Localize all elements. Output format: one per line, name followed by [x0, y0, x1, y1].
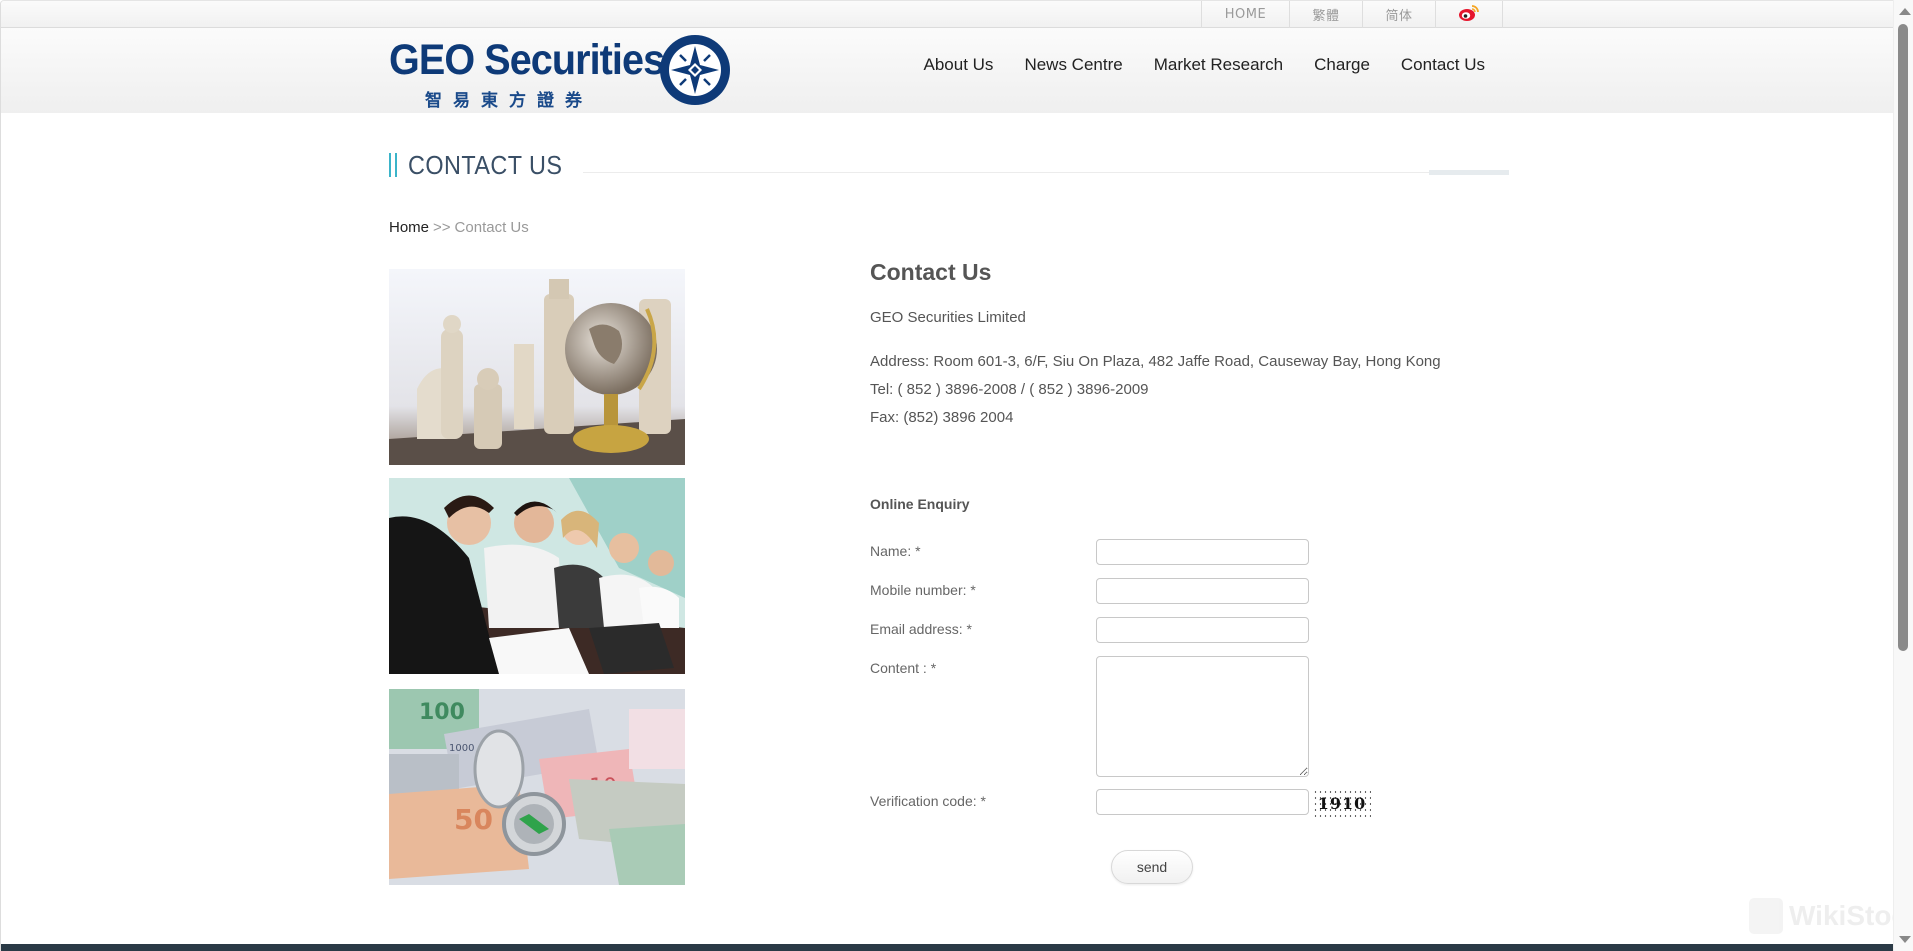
- svg-text:1000: 1000: [449, 743, 474, 754]
- breadcrumb-home[interactable]: Home: [389, 219, 429, 236]
- top-link-home[interactable]: HOME: [1201, 1, 1289, 28]
- nav-charge[interactable]: Charge: [1314, 55, 1370, 85]
- content-label: Content : *: [870, 660, 937, 676]
- photo-business-team: [389, 478, 685, 674]
- mobile-label: Mobile number: *: [870, 582, 976, 598]
- contact-info: Contact Us GEO Securities Limited Addres…: [870, 259, 1490, 432]
- email-input[interactable]: [1096, 617, 1309, 643]
- verification-input[interactable]: [1096, 789, 1309, 815]
- content-textarea[interactable]: [1096, 656, 1309, 777]
- scroll-down-arrow-icon[interactable]: [1899, 936, 1911, 943]
- scroll-up-arrow-icon[interactable]: [1899, 8, 1911, 15]
- verification-label: Verification code: *: [870, 793, 986, 809]
- photo-currency-compass: 100 1000 50 10: [389, 689, 685, 885]
- footer-bar: [1, 944, 1893, 951]
- breadcrumb: Home >> Contact Us: [389, 219, 529, 236]
- name-label: Name: *: [870, 543, 921, 559]
- vertical-scrollbar[interactable]: [1893, 0, 1913, 951]
- contact-address: Address: Room 601-3, 6/F, Siu On Plaza, …: [870, 353, 1441, 370]
- nav-market-research[interactable]: Market Research: [1154, 55, 1283, 85]
- company-name: GEO Securities Limited: [870, 309, 1026, 326]
- mobile-input[interactable]: [1096, 578, 1309, 604]
- page: HOME 繁體 简体 GEO Securities 智易東方證券 About U…: [0, 0, 1893, 951]
- main-nav: About Us News Centre Market Research Cha…: [893, 55, 1486, 85]
- svg-text:50: 50: [454, 803, 493, 836]
- watermark-text: WikiStock: [1789, 900, 1893, 931]
- send-button[interactable]: send: [1111, 850, 1193, 884]
- form-row-email: Email address: *: [870, 617, 1430, 643]
- page-title: CONTACT US: [408, 149, 563, 180]
- weibo-icon: [1458, 4, 1480, 26]
- contact-heading: Contact Us: [870, 259, 992, 285]
- watermark: WikiStock: [1749, 898, 1893, 934]
- title-divider: [583, 172, 1509, 173]
- top-link-weibo[interactable]: [1435, 1, 1503, 28]
- breadcrumb-current: Contact Us: [454, 219, 529, 236]
- contact-fax: Fax: (852) 3896 2004: [870, 409, 1014, 426]
- top-utility-bar: HOME 繁體 简体: [1, 1, 1893, 28]
- svg-text:100: 100: [419, 700, 465, 725]
- form-row-mobile: Mobile number: *: [870, 578, 1430, 604]
- top-link-traditional-chinese[interactable]: 繁體: [1289, 1, 1362, 28]
- breadcrumb-separator: >>: [433, 219, 451, 236]
- title-accent-bars: [389, 153, 399, 177]
- nav-news-centre[interactable]: News Centre: [1024, 55, 1122, 85]
- photo-chess-globe: [389, 269, 685, 465]
- nav-contact-us[interactable]: Contact Us: [1401, 55, 1485, 85]
- nav-about-us[interactable]: About Us: [924, 55, 994, 85]
- watermark-logo-icon: [1749, 898, 1783, 934]
- form-row-name: Name: *: [870, 539, 1430, 565]
- email-label: Email address: *: [870, 621, 972, 637]
- top-links: HOME 繁體 简体: [1201, 1, 1503, 28]
- site-logo[interactable]: GEO Securities 智易東方證券: [389, 34, 734, 111]
- section-title: CONTACT US: [389, 149, 580, 181]
- title-divider-accent: [1429, 170, 1509, 175]
- site-header: GEO Securities 智易東方證券 About Us News Cent…: [1, 28, 1893, 113]
- form-row-content: Content : *: [870, 656, 1430, 778]
- name-input[interactable]: [1096, 539, 1309, 565]
- form-row-verification: Verification code: * 1910: [870, 789, 1430, 817]
- compass-icon: [659, 34, 731, 106]
- logo-subtitle: 智易東方證券: [425, 91, 593, 111]
- captcha-image[interactable]: 1910: [1313, 789, 1371, 817]
- enquiry-title: Online Enquiry: [870, 496, 970, 512]
- top-link-simplified-chinese[interactable]: 简体: [1362, 1, 1435, 28]
- scrollbar-thumb[interactable]: [1898, 24, 1908, 651]
- logo-text: GEO Securities: [389, 36, 665, 84]
- contact-tel: Tel: ( 852 ) 3896-2008 / ( 852 ) 3896-20…: [870, 381, 1149, 398]
